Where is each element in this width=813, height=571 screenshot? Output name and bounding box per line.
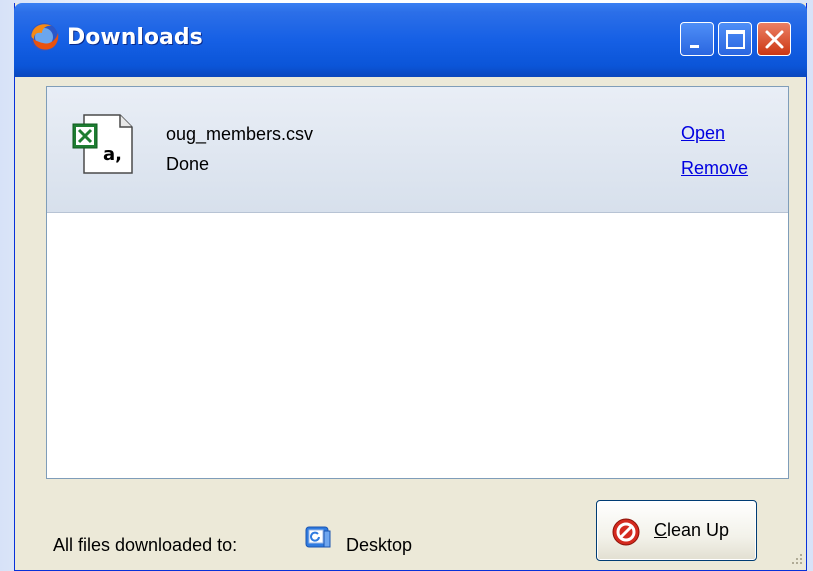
downloads-window: Downloads a, oug_members.csv Done Open R… <box>14 3 807 571</box>
open-link[interactable]: Open <box>681 123 725 144</box>
download-folder-name[interactable]: Desktop <box>346 535 412 556</box>
svg-text:a,: a, <box>103 144 122 165</box>
download-item[interactable]: a, oug_members.csv Done Open Remove <box>47 87 788 213</box>
clean-up-label-rest: lean Up <box>667 520 730 540</box>
stop-icon <box>612 518 640 546</box>
remove-link[interactable]: Remove <box>681 158 748 179</box>
clean-up-label: Clean Up <box>654 520 729 541</box>
maximize-button[interactable] <box>718 22 752 56</box>
download-status: Done <box>166 154 210 174</box>
title-bar[interactable]: Downloads <box>14 3 807 77</box>
folder-icon[interactable] <box>304 523 332 551</box>
csv-file-icon: a, <box>72 114 133 174</box>
download-location-label: All files downloaded to: <box>53 535 238 555</box>
minimize-button[interactable] <box>680 22 714 56</box>
firefox-icon <box>30 23 59 51</box>
maximize-icon <box>726 30 745 49</box>
minimize-icon <box>690 45 699 48</box>
file-name: oug_members.csv <box>166 124 314 144</box>
close-button[interactable] <box>757 22 791 56</box>
close-icon <box>765 30 784 49</box>
clean-up-accesskey: C <box>654 520 667 540</box>
resize-grip-icon[interactable] <box>786 550 804 568</box>
clean-up-button[interactable]: Clean Up <box>596 500 757 561</box>
window-title: Downloads <box>67 25 203 50</box>
downloads-list[interactable]: a, oug_members.csv Done Open Remove <box>46 86 789 479</box>
